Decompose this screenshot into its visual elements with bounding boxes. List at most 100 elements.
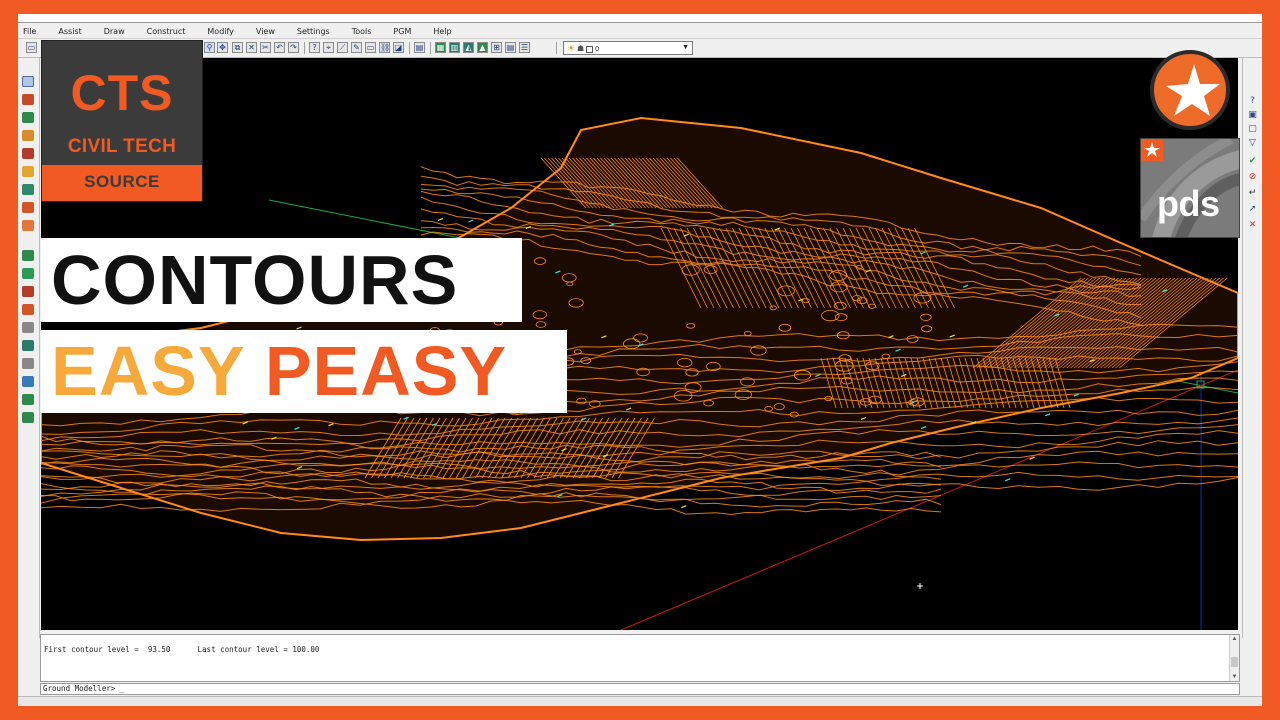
link-icon[interactable]: ⛓ — [379, 42, 390, 53]
menu-tools[interactable]: Tools — [352, 27, 372, 36]
export-tool-icon[interactable] — [22, 412, 34, 423]
pds-badge: pds — [1140, 138, 1240, 238]
layer-value: 0 — [595, 46, 600, 53]
cts-logo-source: SOURCE — [84, 172, 160, 191]
measure-icon[interactable]: ⟋ — [337, 42, 348, 53]
survey-tool-icon[interactable] — [22, 250, 34, 261]
main-toolbar: ▭ ⚲ ✥ ⧉ ✕ ✂ ↶ ↷ ? ⌖ ⟋ ✎ ▭ ⛓ ◪ ▤ ▦ ▥ ◭ ▲ … — [18, 39, 1262, 58]
reject-icon[interactable]: ⊘ — [1247, 172, 1258, 183]
undo-icon[interactable]: ↶ — [274, 42, 285, 53]
new-file-icon[interactable]: ▭ — [26, 42, 37, 53]
section-icon[interactable]: ⊞ — [491, 42, 502, 53]
command-input[interactable]: Ground Modeller> _ — [40, 683, 1240, 695]
accept-icon[interactable]: ✔ — [1247, 156, 1258, 167]
cut-icon[interactable]: ✂ — [260, 42, 271, 53]
layer-dropdown[interactable]: ☀ ☗ 0 ▼ — [563, 41, 693, 55]
arc-tool-icon[interactable] — [22, 112, 34, 123]
headline-word-easy: EASY — [51, 332, 245, 410]
cts-logo-name: CIVIL TECH — [67, 136, 177, 157]
layers-icon[interactable]: ◪ — [393, 42, 404, 53]
feature-tick — [437, 217, 444, 221]
pds-corner-tab — [1141, 139, 1163, 161]
menu-file[interactable]: File — [23, 27, 36, 36]
menu-assist[interactable]: Assist — [58, 27, 81, 36]
feature-tick — [1004, 478, 1011, 482]
pds-text: pds — [1157, 183, 1220, 224]
menu-bar: File Assist Draw Construct Modify View S… — [18, 24, 1262, 39]
table-icon[interactable]: ▤ — [505, 42, 516, 53]
grid-icon[interactable]: ▦ — [435, 42, 446, 53]
command-history-panel: First contour level = 93.50 Last contour… — [40, 634, 1240, 682]
layer-lock-icon: ☗ — [577, 44, 585, 53]
feature-tick — [468, 219, 474, 223]
snap-icon[interactable]: ⌖ — [323, 42, 334, 53]
command-scrollbar[interactable]: ▲ ▼ — [1229, 635, 1239, 681]
feature-tick — [1044, 413, 1051, 417]
surface-icon[interactable]: ◭ — [463, 42, 474, 53]
polyline-tool-icon[interactable] — [22, 94, 34, 105]
scroll-down-icon[interactable]: ▼ — [1230, 673, 1239, 681]
import-tool-icon[interactable] — [22, 394, 34, 405]
station-tool-icon[interactable] — [22, 304, 34, 315]
report-icon[interactable]: ☰ — [519, 42, 530, 53]
zoom-icon[interactable]: ⚲ — [204, 42, 215, 53]
star-badge — [1150, 50, 1230, 130]
cts-logo-mark: CTS — [70, 65, 174, 121]
headline-box-2: EASY PEASY — [41, 330, 567, 413]
right-tool-column: ? ▣ ▢ ▽ ✔ ⊘ ↵ ➚ ✕ — [1242, 58, 1262, 638]
rotate-tool-icon[interactable] — [22, 358, 34, 369]
hatch-tool-icon[interactable] — [22, 202, 34, 213]
frame-icon[interactable]: ▢ — [1247, 124, 1258, 135]
menu-view[interactable]: View — [256, 27, 275, 36]
dimension-tool-icon[interactable] — [22, 220, 34, 231]
star-icon — [1166, 64, 1220, 116]
return-icon[interactable]: ↵ — [1247, 188, 1258, 199]
symbol-tool-icon[interactable] — [22, 166, 34, 177]
menu-pgm[interactable]: PGM — [393, 27, 411, 36]
menu-settings[interactable]: Settings — [297, 27, 330, 36]
terrain-icon[interactable]: ▲ — [477, 42, 488, 53]
sun-icon: ☀ — [567, 43, 576, 53]
cts-logo: CTS CIVIL TECH SOURCE — [41, 40, 203, 202]
model-icon[interactable]: ▥ — [449, 42, 460, 53]
cts-source-bar: SOURCE — [42, 165, 202, 201]
headline-box-1: CONTOURS — [41, 238, 522, 322]
window-icon[interactable]: ▣ — [1247, 110, 1258, 121]
point-tool-icon[interactable] — [22, 184, 34, 195]
traverse-tool-icon[interactable] — [22, 286, 34, 297]
properties-icon[interactable]: ▤ — [414, 42, 425, 53]
copy-icon[interactable]: ⧉ — [232, 42, 243, 53]
erase-icon[interactable]: ✕ — [246, 42, 257, 53]
title-bar — [18, 14, 1262, 23]
scroll-up-icon[interactable]: ▲ — [1230, 635, 1239, 643]
pointer-icon[interactable]: ➚ — [1247, 204, 1258, 215]
close-icon[interactable]: ✕ — [1247, 220, 1258, 231]
line-tool-icon[interactable] — [22, 76, 34, 87]
folder-tool-icon[interactable] — [22, 376, 34, 387]
headline-easy-peasy: EASY PEASY — [51, 331, 507, 411]
menu-help[interactable]: Help — [433, 27, 451, 36]
pan-icon[interactable]: ✥ — [217, 42, 228, 53]
check-tool-icon[interactable] — [22, 268, 34, 279]
menu-modify[interactable]: Modify — [207, 27, 234, 36]
text-tool-icon[interactable] — [22, 148, 34, 159]
feature-tick — [681, 505, 687, 509]
scroll-thumb[interactable] — [1231, 657, 1238, 667]
menu-construct[interactable]: Construct — [147, 27, 186, 36]
redo-icon[interactable]: ↷ — [288, 42, 299, 53]
crosshair-cursor — [917, 583, 923, 589]
left-tool-column — [18, 58, 40, 638]
help-query-icon[interactable]: ? — [309, 42, 320, 53]
block-tool-icon[interactable] — [22, 340, 34, 351]
rectangle-icon[interactable]: ▭ — [365, 42, 376, 53]
headline-word-peasy: PEASY — [264, 332, 508, 410]
menu-draw[interactable]: Draw — [104, 27, 125, 36]
chevron-down-icon: ▼ — [682, 44, 689, 51]
layer-color-swatch — [586, 45, 594, 53]
search-tool-icon[interactable] — [22, 322, 34, 333]
edit-icon[interactable]: ✎ — [351, 42, 362, 53]
filter-icon[interactable]: ▽ — [1247, 138, 1258, 149]
query-icon[interactable]: ? — [1247, 96, 1258, 107]
command-history-line: First contour level = 93.50 Last contour… — [44, 645, 320, 654]
circle-tool-icon[interactable] — [22, 130, 34, 141]
